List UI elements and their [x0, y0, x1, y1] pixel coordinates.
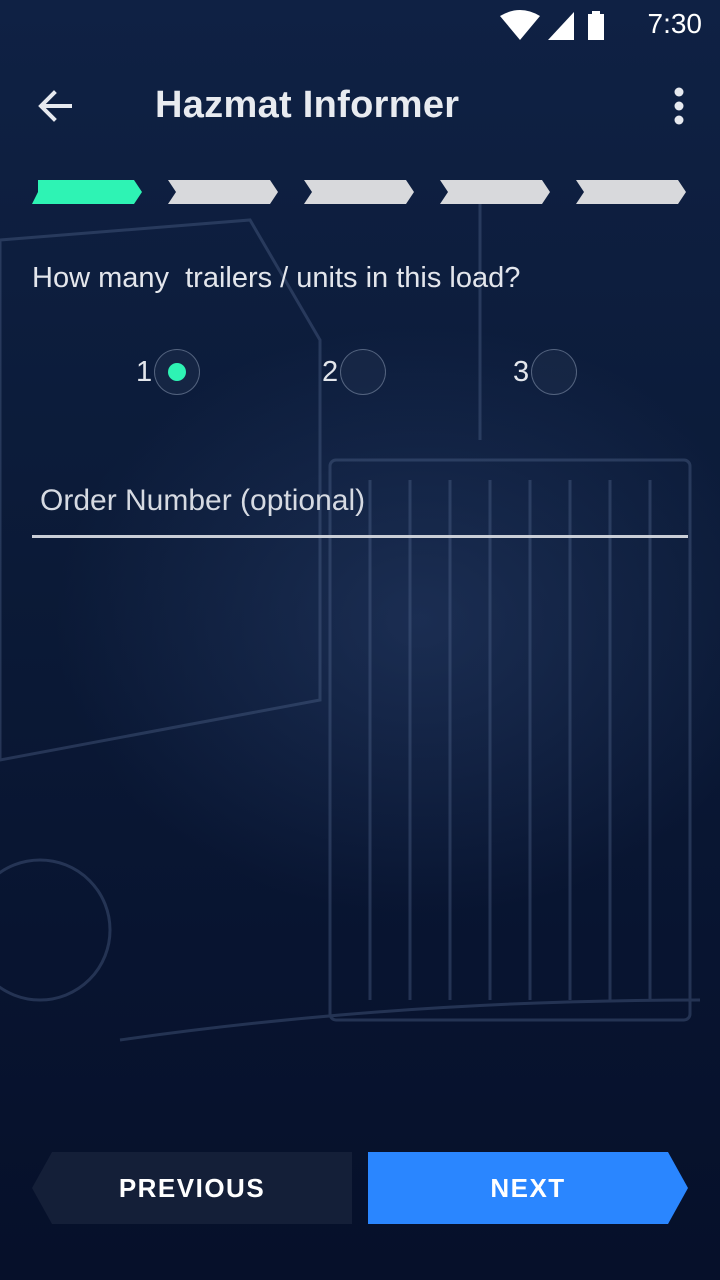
trailer-count-option-2[interactable]: 2 [322, 348, 387, 396]
truck-background-image [0, 200, 701, 1042]
order-number-field[interactable]: Order Number (optional) [32, 470, 688, 540]
cellular-signal-icon [548, 12, 574, 40]
trailer-count-option-1[interactable]: 1 [136, 348, 201, 396]
trailer-count-radio-group: 1 2 3 [0, 348, 720, 398]
wifi-icon [500, 10, 540, 40]
arrow-back-icon [38, 90, 72, 122]
step-progress [32, 180, 692, 204]
radio-button[interactable] [531, 349, 578, 395]
status-icons [500, 10, 604, 40]
trailer-count-question: How many trailers / units in this load? [32, 262, 521, 294]
radio-button[interactable] [154, 349, 201, 395]
more-vert-icon [674, 87, 684, 125]
previous-button-label: PREVIOUS [118, 1173, 266, 1203]
status-time: 7:30 [647, 8, 703, 39]
step-2-indicator [168, 180, 278, 204]
radio-label: 3 [513, 355, 530, 388]
next-button-label: NEXT [490, 1173, 566, 1203]
back-button[interactable] [30, 82, 80, 130]
radio-label: 2 [322, 355, 339, 388]
radio-selected-dot [168, 363, 187, 381]
step-4-indicator [440, 180, 550, 204]
order-number-underline [32, 535, 688, 538]
app-bar: Hazmat Informer [0, 64, 720, 148]
overflow-menu-button[interactable] [664, 86, 694, 126]
previous-button[interactable]: PREVIOUS [32, 1152, 352, 1224]
radio-label: 1 [136, 355, 153, 388]
status-bar: 7:30 [0, 0, 720, 48]
trailer-count-option-3[interactable]: 3 [513, 348, 578, 396]
next-button[interactable]: NEXT [368, 1152, 688, 1224]
order-number-placeholder: Order Number (optional) [40, 484, 366, 517]
battery-icon [588, 11, 604, 40]
page-title: Hazmat Informer [155, 84, 460, 126]
step-3-indicator [304, 180, 414, 204]
radio-button[interactable] [340, 349, 387, 395]
step-5-indicator [576, 180, 686, 204]
step-1-indicator [32, 180, 142, 204]
